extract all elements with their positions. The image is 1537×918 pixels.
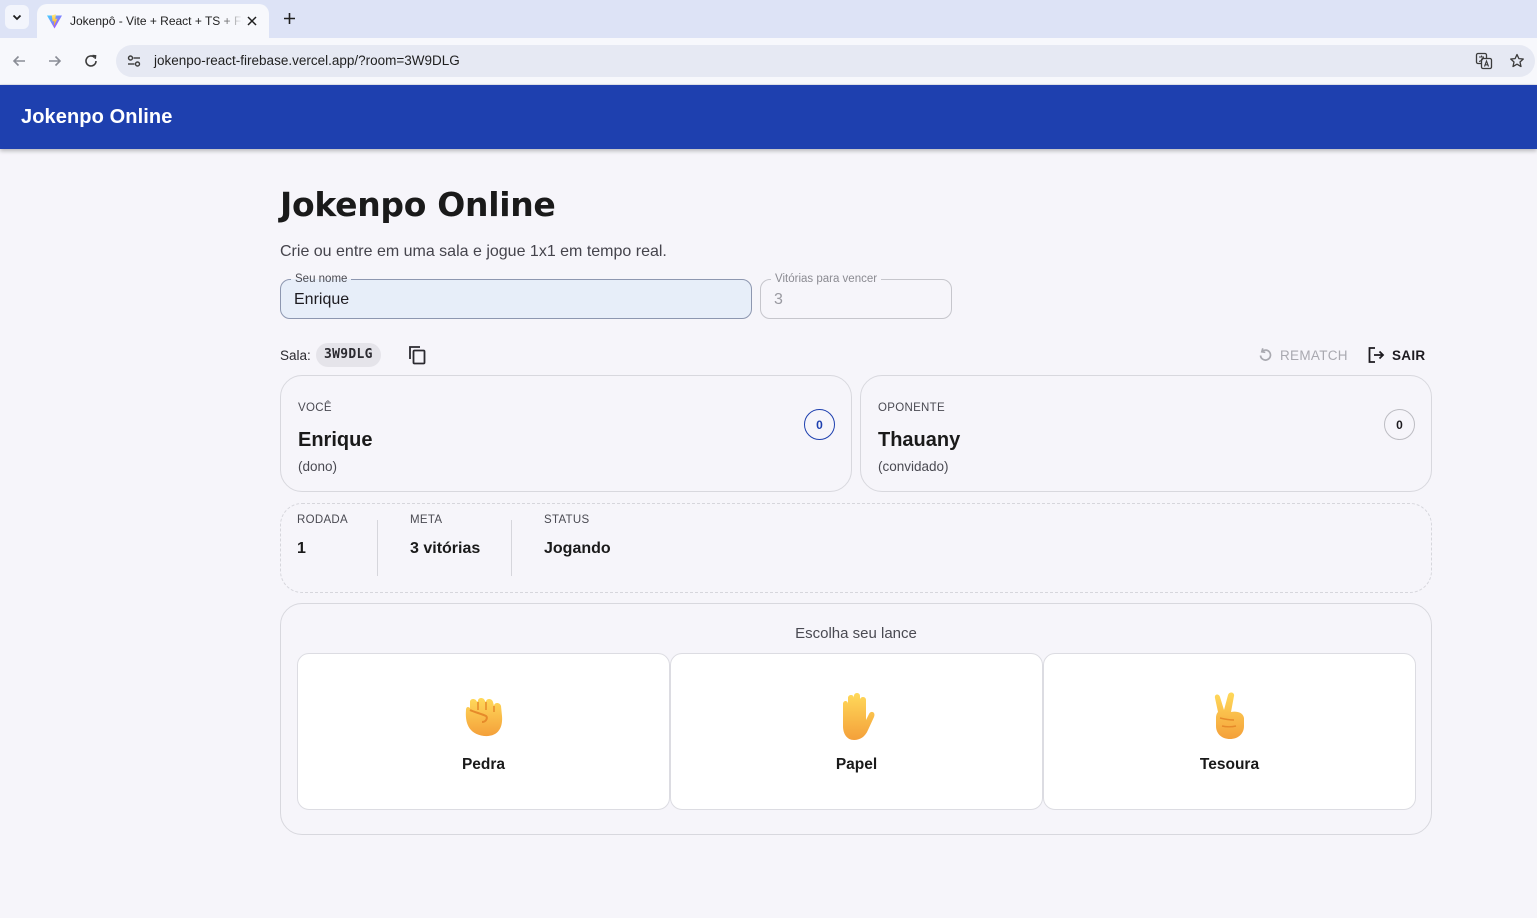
goal-value: 3 vitórias [410,540,481,557]
rematch-label: REMATCH [1280,347,1348,363]
plus-icon [283,12,295,24]
close-tab-icon[interactable] [243,12,261,30]
opponent-name: Thauany [878,429,961,451]
move-rock-button[interactable]: Pedra [297,653,670,810]
raised-hand-icon [842,693,874,740]
move-paper-button[interactable]: Papel [670,653,1043,810]
translate-icon[interactable] [1474,51,1494,71]
tab-search-button[interactable] [5,5,29,29]
round-label: RODADA [297,514,349,526]
wins-input [774,291,945,309]
replay-icon [1259,348,1272,361]
new-tab-button[interactable] [279,8,299,28]
name-field[interactable]: Seu nome [280,272,752,319]
site-info-icon[interactable] [124,51,144,71]
wins-field: Vitórias para vencer [760,272,952,319]
player-role-label: VOCÊ [298,402,332,414]
move-label: Tesoura [1199,756,1260,773]
app-bar-title: Jokenpo Online [21,106,173,128]
page-title: Jokenpo Online [280,185,556,224]
victory-hand-icon [1214,692,1244,739]
goal-label: META [410,514,443,526]
bookmark-star-icon[interactable] [1507,51,1527,71]
copy-room-code-button[interactable] [404,342,430,368]
copy-icon [409,346,426,365]
rematch-button[interactable]: REMATCH [1256,343,1348,367]
player-card-opponent: OPONENTE Thauany (convidado) 0 [860,375,1432,492]
status-value: Jogando [544,540,611,557]
back-button[interactable] [9,51,29,71]
app-bar: Jokenpo Online [0,85,1537,149]
player-card-you: VOCÊ Enrique (dono) 0 [280,375,852,492]
opponent-role-label: OPONENTE [878,402,945,414]
reload-icon [85,54,97,67]
name-input[interactable] [294,291,717,309]
arrow-left-icon [12,55,25,67]
status-label: STATUS [544,514,590,526]
opponent-score-badge: 0 [1384,409,1415,440]
move-scissors-button[interactable]: Tesoura [1043,653,1416,810]
chevron-down-icon [12,14,22,21]
round-info: RODADA 1 META 3 vitórias STATUS Jogando [280,503,1432,593]
move-label: Pedra [461,756,506,773]
browser-tabstrip: Jokenpô - Vite + React + TS + Firebase [0,0,1537,38]
round-divider [377,520,378,576]
move-label: Papel [835,756,878,773]
tab-title: Jokenpô - Vite + React + TS + Firebase [70,14,243,28]
arrow-right-icon [49,55,62,67]
player-role-note: (dono) [298,459,338,474]
player-name: Enrique [298,429,373,451]
logout-icon [1368,347,1385,363]
raised-fist-icon [465,698,502,737]
move-prompt: Escolha seu lance [795,625,917,642]
room-label: Sala: [280,348,311,363]
round-divider [511,520,512,576]
address-bar[interactable]: jokenpo-react-firebase.vercel.app/?room=… [116,45,1535,77]
page-subtitle: Crie ou entre em uma sala e jogue 1x1 em… [280,243,667,260]
room-row: Sala: 3W9DLG REMATCH SAIR [280,342,1432,368]
room-code-chip: 3W9DLG [316,343,381,367]
reload-button[interactable] [81,51,101,71]
move-chooser: Escolha seu lance Pedra Papel Tesoura [280,603,1432,835]
leave-room-button[interactable]: SAIR [1366,343,1425,367]
browser-toolbar: jokenpo-react-firebase.vercel.app/?room=… [0,38,1537,85]
round-value: 1 [297,540,306,557]
browser-tab-active[interactable]: Jokenpô - Vite + React + TS + Firebase [37,4,269,38]
opponent-role-note: (convidado) [878,459,949,474]
url-text[interactable]: jokenpo-react-firebase.vercel.app/?room=… [154,53,460,68]
leave-label: SAIR [1392,347,1426,363]
vite-logo-icon [47,13,62,28]
player-score-badge: 0 [804,409,835,440]
forward-button[interactable] [45,51,65,71]
name-field-label: Seu nome [291,272,352,286]
wins-field-label: Vitórias para vencer [771,272,882,286]
